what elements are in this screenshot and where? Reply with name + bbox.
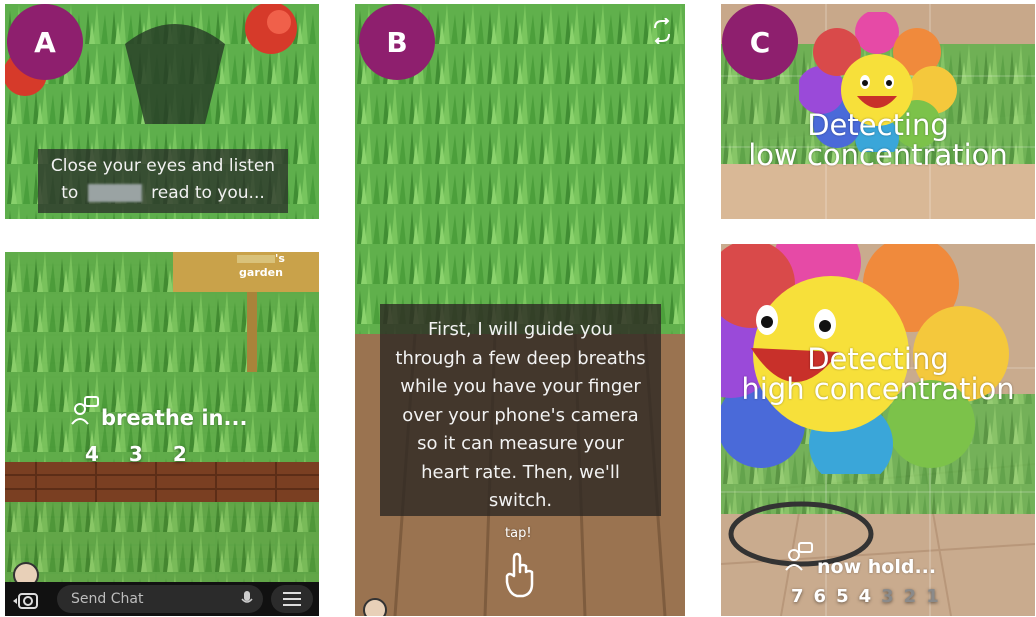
concentration-level-label: high concentration [741, 372, 1015, 406]
chat-bar: Send Chat [5, 582, 319, 616]
blurred-name [87, 184, 142, 202]
concentration-level-label: low concentration [748, 138, 1008, 172]
garden-sign: 's garden [237, 252, 285, 280]
detecting-label: Detecting [807, 108, 949, 142]
panel-a-bottom: 's garden breathe in... 432 Send Chat [5, 252, 319, 616]
panel-label-badge: A [7, 4, 83, 80]
tap-hand-icon[interactable] [503, 552, 537, 598]
camera-icon[interactable] [13, 590, 41, 610]
caption-line-2: to read to you... [61, 183, 265, 203]
panel-c-bottom: Detecting high concentration now hold...… [721, 244, 1035, 616]
panel-label-badge: B [359, 4, 435, 80]
avatar[interactable] [363, 598, 387, 616]
hold-prompt: now hold... [817, 556, 937, 578]
panel-c-top: C Detecting low concentration [721, 4, 1035, 219]
panel-a-top: A Close your eyes and listen to read to … [5, 4, 319, 219]
sign-owner: 's [237, 252, 285, 266]
narrator-icon [71, 396, 99, 425]
menu-icon [283, 592, 301, 606]
narrator-icon [785, 542, 813, 571]
detecting-label: Detecting [807, 342, 949, 376]
grass-scene [5, 252, 319, 616]
menu-button[interactable] [271, 585, 313, 613]
panel-label-badge: C [722, 4, 798, 80]
panel-b: B First, I will guide you through a few … [355, 4, 685, 616]
breathe-prompt: breathe in... [101, 406, 248, 430]
countdown: 432 [85, 442, 187, 466]
countdown: 7654321 [791, 586, 949, 607]
guide-message: First, I will guide you through a few de… [380, 304, 661, 516]
tap-label: tap! [505, 526, 532, 541]
sign-garden-label: garden [239, 266, 283, 279]
flower-icon [245, 4, 297, 54]
caption-line-1: Close your eyes and listen [50, 156, 276, 176]
send-chat-input[interactable]: Send Chat [57, 585, 263, 613]
flip-camera-icon[interactable] [651, 18, 673, 44]
narration-caption: Close your eyes and listen to read to yo… [38, 149, 288, 213]
microphone-icon[interactable] [241, 591, 253, 607]
